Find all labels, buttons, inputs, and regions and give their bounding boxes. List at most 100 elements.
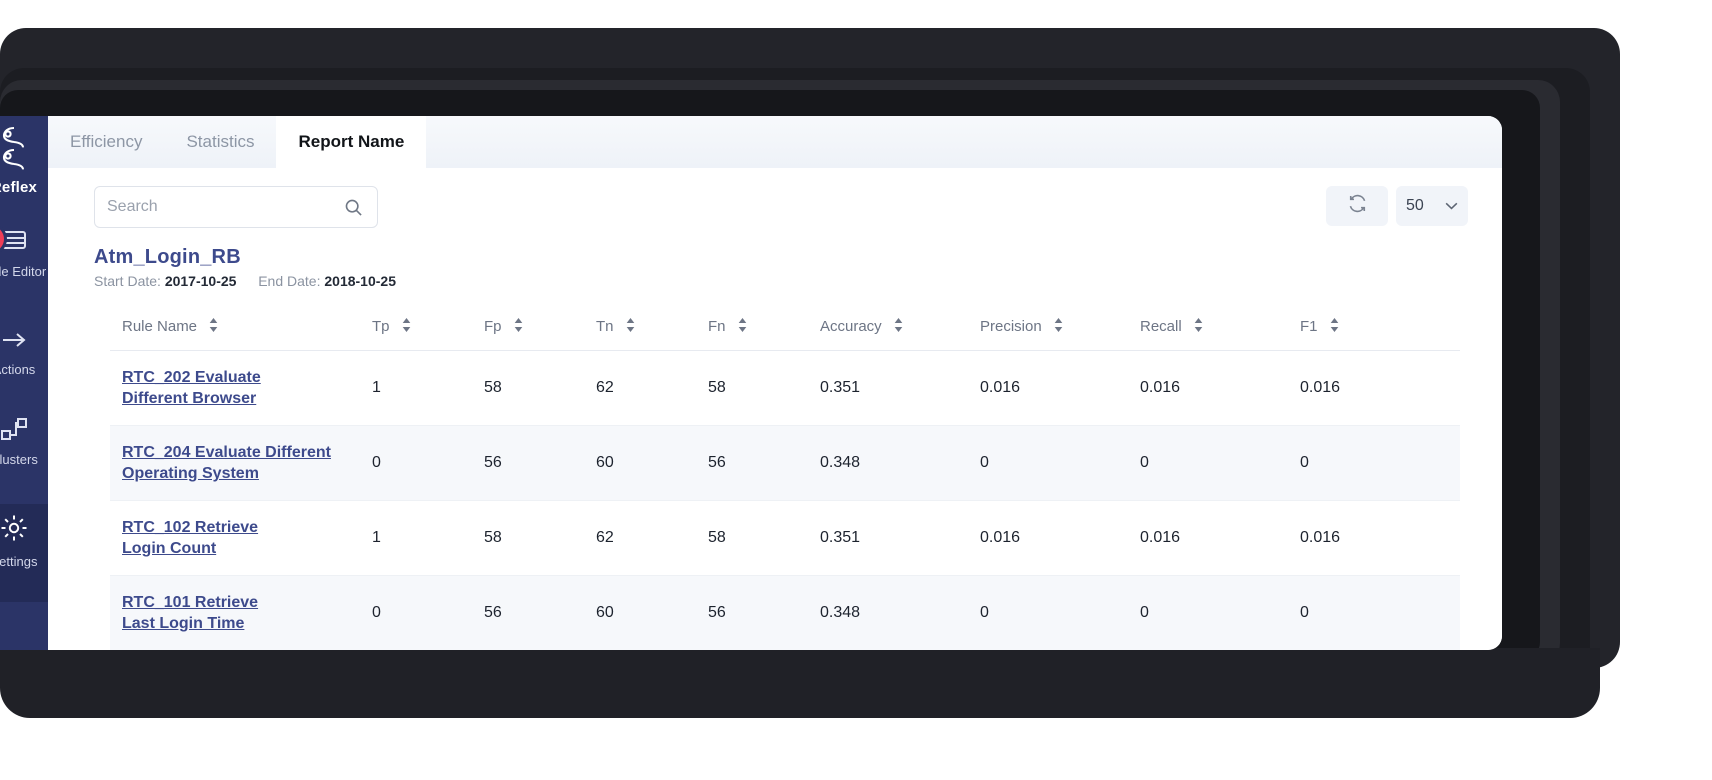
cell-precision: 0.016: [980, 350, 1140, 427]
cell-f1: 0.016: [1300, 350, 1460, 427]
report-title: Atm_Login_RB: [94, 246, 241, 268]
cell-rule-name: RTC_101 Retrieve Last Login Time: [110, 575, 372, 650]
chevron-down-icon: [1445, 197, 1458, 215]
gear-icon: [0, 512, 48, 548]
tab-report-name[interactable]: Report Name: [276, 116, 427, 168]
device-frame: Reflex Rule Editor 4 Action: [0, 28, 1620, 718]
column-label: Tp: [372, 318, 390, 335]
column-label: Accuracy: [820, 318, 882, 335]
table-body: RTC_202 Evaluate Different Browser 1 58 …: [110, 350, 1460, 650]
sidebar: Reflex Rule Editor 4 Action: [0, 116, 48, 650]
report-date-range: Start Date: 2017-10-25 End Date: 2018-10…: [94, 273, 396, 289]
end-date-label: End Date:: [258, 273, 321, 289]
table-row[interactable]: RTC_101 Retrieve Last Login Time 0 56 60…: [110, 575, 1460, 650]
sort-icon: [1194, 318, 1203, 336]
end-date-value: 2018-10-25: [324, 273, 396, 289]
column-label: F1: [1300, 318, 1318, 335]
sidebar-item-label: Actions: [0, 362, 36, 377]
report-header: Atm_Login_RB Start Date: 2017-10-25 End …: [94, 246, 396, 289]
cell-f1: 0.016: [1300, 500, 1460, 577]
brand-name: Reflex: [0, 179, 38, 196]
report-table: Rule Name Tp Fp Tn Fn Accuracy Precision…: [110, 318, 1460, 650]
rule-name-link[interactable]: RTC_204 Evaluate Different Operating Sys…: [122, 442, 331, 484]
tab-efficiency[interactable]: Efficiency: [48, 116, 164, 168]
app-screen: Reflex Rule Editor 4 Action: [0, 116, 1502, 650]
cell-fn: 58: [708, 500, 820, 577]
sidebar-item-rule-editor[interactable]: Rule Editor 4: [0, 226, 48, 279]
rule-name-link[interactable]: RTC_202 Evaluate Different Browser: [122, 367, 261, 409]
rule-name-line2: Different Browser: [122, 390, 257, 408]
column-header-rule-name[interactable]: Rule Name: [110, 318, 372, 352]
sidebar-item-settings[interactable]: Settings: [0, 504, 48, 602]
cell-tp: 0: [372, 575, 484, 650]
cell-fn: 56: [708, 425, 820, 502]
search-box[interactable]: [94, 186, 378, 228]
rule-name-line1: RTC_101 Retrieve: [122, 594, 259, 612]
sidebar-item-clusters[interactable]: Clusters: [0, 416, 48, 467]
cell-recall: 0: [1140, 575, 1300, 650]
column-header-fn[interactable]: Fn: [708, 318, 820, 352]
column-header-tp[interactable]: Tp: [372, 318, 484, 352]
rule-name-link[interactable]: RTC_101 Retrieve Last Login Time: [122, 592, 258, 634]
reflex-logo-icon: [0, 124, 48, 177]
cell-fn: 58: [708, 350, 820, 427]
cell-tp: 1: [372, 350, 484, 427]
column-label: Fp: [484, 318, 502, 335]
cell-accuracy: 0.348: [820, 575, 980, 650]
cell-fn: 56: [708, 575, 820, 650]
sidebar-item-label: Clusters: [0, 452, 38, 467]
column-header-f1[interactable]: F1: [1300, 318, 1460, 352]
column-header-recall[interactable]: Recall: [1140, 318, 1300, 352]
column-header-accuracy[interactable]: Accuracy: [820, 318, 980, 352]
cell-f1: 0: [1300, 575, 1460, 650]
cell-rule-name: RTC_102 Retrieve Login Count: [110, 500, 372, 577]
table-row[interactable]: RTC_204 Evaluate Different Operating Sys…: [110, 425, 1460, 502]
column-header-fp[interactable]: Fp: [484, 318, 596, 352]
table-header-row: Rule Name Tp Fp Tn Fn Accuracy Precision…: [110, 318, 1460, 352]
tab-statistics[interactable]: Statistics: [164, 116, 276, 168]
page-size-select[interactable]: 50: [1396, 186, 1468, 226]
column-label: Rule Name: [122, 318, 198, 335]
cell-accuracy: 0.348: [820, 425, 980, 502]
cell-tp: 0: [372, 425, 484, 502]
cell-tn: 60: [596, 425, 708, 502]
search-input[interactable]: [95, 198, 344, 216]
toolbar: 50: [48, 168, 1502, 240]
sort-icon: [209, 318, 218, 336]
rule-name-line2: Operating System: [122, 465, 259, 483]
clusters-nodes-icon: [0, 416, 48, 446]
cell-recall: 0.016: [1140, 350, 1300, 427]
cell-fp: 56: [484, 575, 596, 650]
cell-precision: 0: [980, 425, 1140, 502]
page-size-value: 50: [1406, 197, 1424, 214]
rule-name-link[interactable]: RTC_102 Retrieve Login Count: [122, 517, 258, 559]
rule-name-line2: Last Login Time: [122, 615, 245, 633]
start-date-label: Start Date:: [94, 273, 161, 289]
cell-tn: 62: [596, 350, 708, 427]
content-panel: 50 Atm_Login_RB Start Date: 2017-10-25 E…: [48, 168, 1502, 650]
table-header: Rule Name Tp Fp Tn Fn Accuracy Precision…: [110, 318, 1460, 352]
sidebar-item-label: Settings: [0, 554, 38, 569]
cell-rule-name: RTC_204 Evaluate Different Operating Sys…: [110, 425, 372, 502]
column-header-precision[interactable]: Precision: [980, 318, 1140, 352]
cell-fp: 56: [484, 425, 596, 502]
cell-f1: 0: [1300, 425, 1460, 502]
column-header-tn[interactable]: Tn: [596, 318, 708, 352]
column-label: Tn: [596, 318, 614, 335]
sidebar-item-actions[interactable]: Actions: [0, 328, 48, 377]
search-icon[interactable]: [344, 198, 377, 217]
table-row[interactable]: RTC_202 Evaluate Different Browser 1 58 …: [110, 350, 1460, 427]
cell-tp: 1: [372, 500, 484, 577]
tab-bar: Efficiency Statistics Report Name: [48, 116, 1502, 168]
sort-icon: [894, 318, 903, 336]
refresh-button[interactable]: [1326, 186, 1388, 226]
rule-name-line2: Login Count: [122, 540, 217, 558]
column-label: Recall: [1140, 318, 1182, 335]
device-base: [0, 648, 1600, 718]
column-label: Fn: [708, 318, 726, 335]
cell-accuracy: 0.351: [820, 500, 980, 577]
brand-logo[interactable]: Reflex: [0, 124, 48, 196]
table-row[interactable]: RTC_102 Retrieve Login Count 1 58 62 58 …: [110, 500, 1460, 577]
sort-icon: [1054, 318, 1063, 336]
sort-icon: [402, 318, 411, 336]
